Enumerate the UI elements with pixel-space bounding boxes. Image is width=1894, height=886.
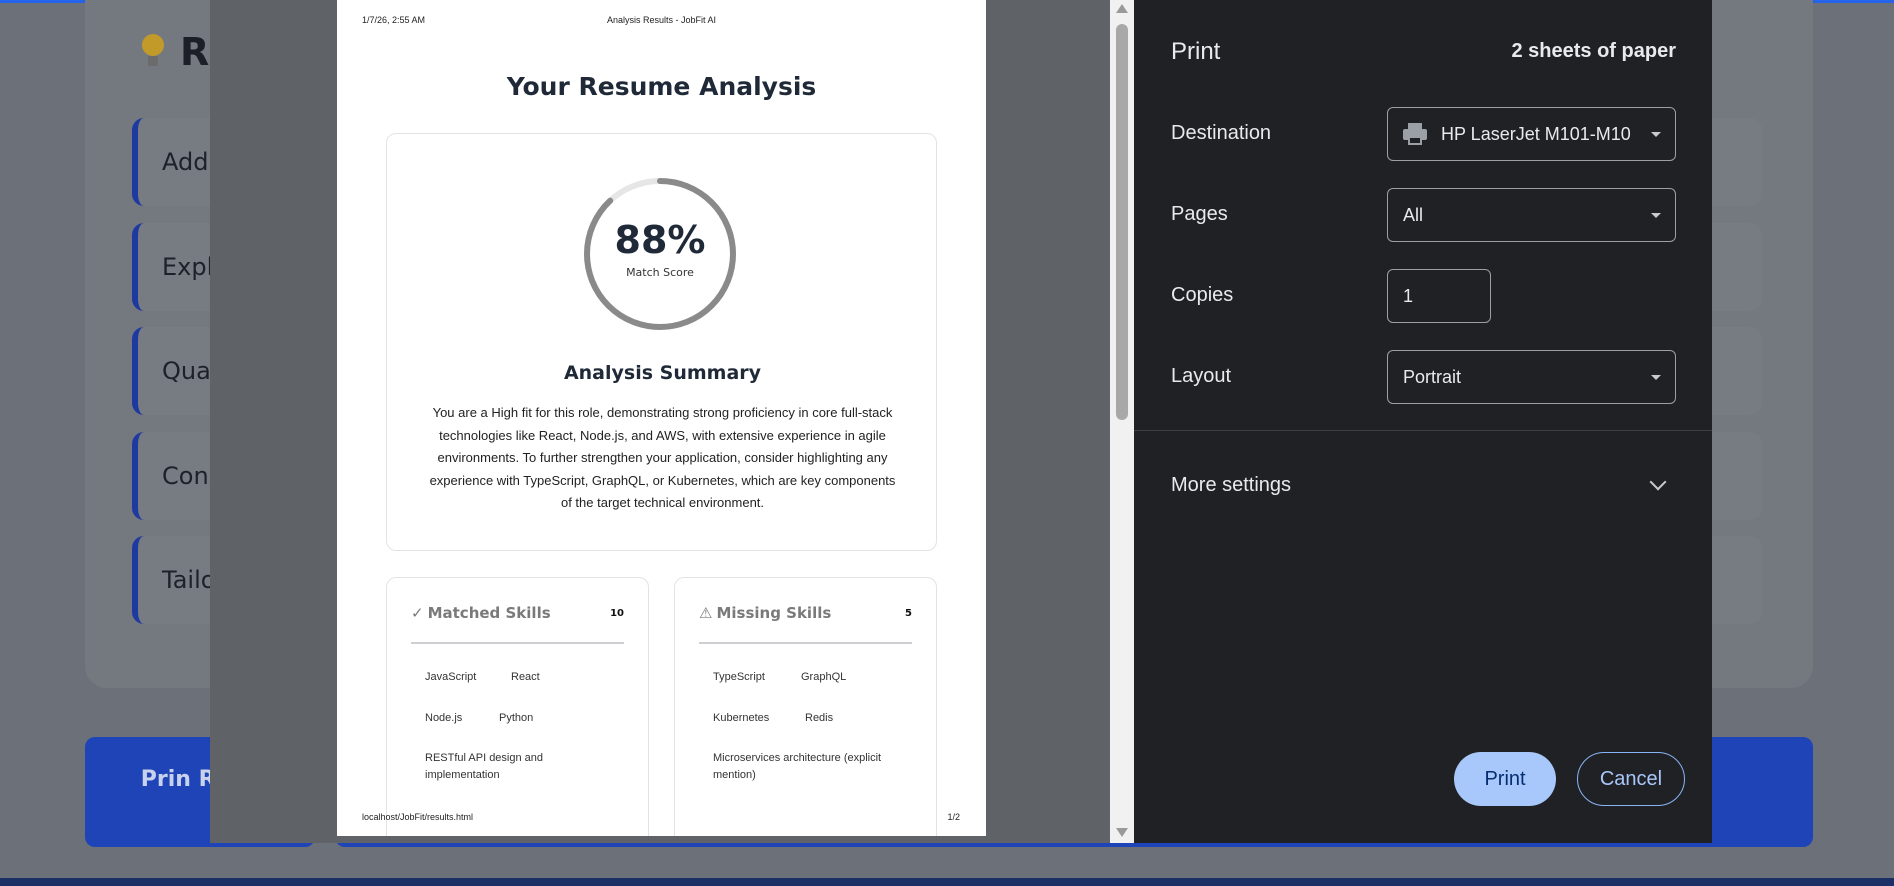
matched-skills-count: 10	[610, 608, 624, 619]
skill-chip: Node.js	[425, 712, 463, 724]
lightbulb-icon	[140, 34, 166, 70]
dropdown-arrow-icon	[1651, 375, 1661, 380]
print-button[interactable]: Print	[1454, 752, 1556, 806]
copies-label: Copies	[1171, 284, 1234, 306]
layout-label: Layout	[1171, 365, 1232, 387]
skill-chip: TypeScript	[713, 671, 765, 683]
matched-skills-header: ✓ Matched Skills 10	[411, 604, 624, 644]
footer-bar	[0, 878, 1894, 886]
analysis-summary-card: 88% Match Score Analysis Summary You are…	[386, 133, 937, 551]
chevron-down-icon[interactable]	[1649, 473, 1667, 491]
skill-chip: GraphQL	[801, 671, 847, 683]
skill-chip: Redis	[805, 712, 834, 724]
document-title: Your Resume Analysis	[506, 72, 817, 101]
skill-chip: Microservices architecture (explicit men…	[713, 752, 882, 781]
analysis-summary-text: You are a High fit for this role, demons…	[429, 405, 896, 510]
destination-label: Destination	[1171, 122, 1272, 144]
print-dialog: 1/7/26, 2:55 AM Analysis Results - JobFi…	[210, 0, 1712, 843]
matched-skills-title-wrap: ✓ Matched Skills	[411, 604, 551, 642]
pages-select[interactable]: All	[1387, 188, 1676, 242]
missing-skills-title: Missing Skills	[716, 604, 832, 622]
page-footer-url: localhost/JobFit/results.html	[362, 812, 474, 822]
skill-chip: Python	[499, 712, 534, 724]
match-score-label: Match Score	[626, 266, 694, 279]
recommendations-title-text: R	[180, 30, 210, 74]
more-settings-toggle[interactable]: More settings	[1171, 474, 1291, 497]
skill-chip: Kubernetes	[713, 712, 770, 724]
skill-chip: JavaScript	[425, 671, 477, 683]
dropdown-arrow-icon	[1651, 132, 1661, 137]
destination-value: HP LaserJet M101-M106	[1441, 123, 1631, 144]
dropdown-arrow-icon	[1651, 213, 1661, 218]
warning-icon: ⚠	[699, 604, 713, 622]
skill-chip: RESTful API design and implementation	[425, 752, 544, 781]
preview-scrollbar[interactable]	[1110, 0, 1134, 843]
match-score-value: 88%	[614, 218, 706, 262]
matched-skills-title: Matched Skills	[427, 604, 551, 622]
scrollbar-thumb[interactable]	[1116, 24, 1128, 420]
cancel-button[interactable]: Cancel	[1577, 752, 1685, 806]
recommendation-item-text: Tailo	[162, 566, 216, 594]
missing-skills-count: 5	[905, 608, 912, 619]
print-settings-panel: Print 2 sheets of paper Destination HP L…	[1134, 0, 1712, 843]
destination-select[interactable]: HP LaserJet M101-M106	[1387, 107, 1676, 161]
scroll-down-arrow-icon[interactable]	[1116, 828, 1128, 837]
missing-skills-title-wrap: ⚠ Missing Skills	[699, 604, 831, 642]
copies-value: 1	[1403, 285, 1414, 306]
copies-input[interactable]: 1	[1387, 269, 1491, 323]
analysis-summary-heading: Analysis Summary	[563, 362, 762, 384]
print-title: Print	[1171, 38, 1221, 65]
pages-value: All	[1403, 204, 1424, 225]
skill-chip: React	[511, 671, 540, 683]
scroll-up-arrow-icon[interactable]	[1116, 4, 1128, 13]
layout-select[interactable]: Portrait	[1387, 350, 1676, 404]
missing-skills-header: ⚠ Missing Skills 5	[699, 604, 912, 644]
match-score-ring: 88% Match Score	[580, 174, 740, 334]
printer-icon	[1403, 122, 1427, 146]
settings-divider	[1134, 430, 1712, 431]
recommendations-title: R	[140, 30, 209, 74]
check-icon: ✓	[411, 604, 424, 622]
missing-skills-card: ⚠ Missing Skills 5 TypeScript GraphQL Ku…	[674, 577, 937, 836]
preview-page: 1/7/26, 2:55 AM Analysis Results - JobFi…	[337, 0, 986, 836]
print-preview-pane: 1/7/26, 2:55 AM Analysis Results - JobFi…	[210, 0, 1134, 843]
page-footer-number: 1/2	[947, 812, 960, 822]
pages-label: Pages	[1171, 203, 1228, 225]
layout-value: Portrait	[1403, 366, 1462, 387]
sheet-count: 2 sheets of paper	[1511, 40, 1676, 62]
page-header-title: Analysis Results - JobFit AI	[606, 15, 717, 25]
matched-skills-card: ✓ Matched Skills 10 JavaScript React Nod…	[386, 577, 649, 836]
recommendation-item-text: Add	[162, 148, 209, 176]
